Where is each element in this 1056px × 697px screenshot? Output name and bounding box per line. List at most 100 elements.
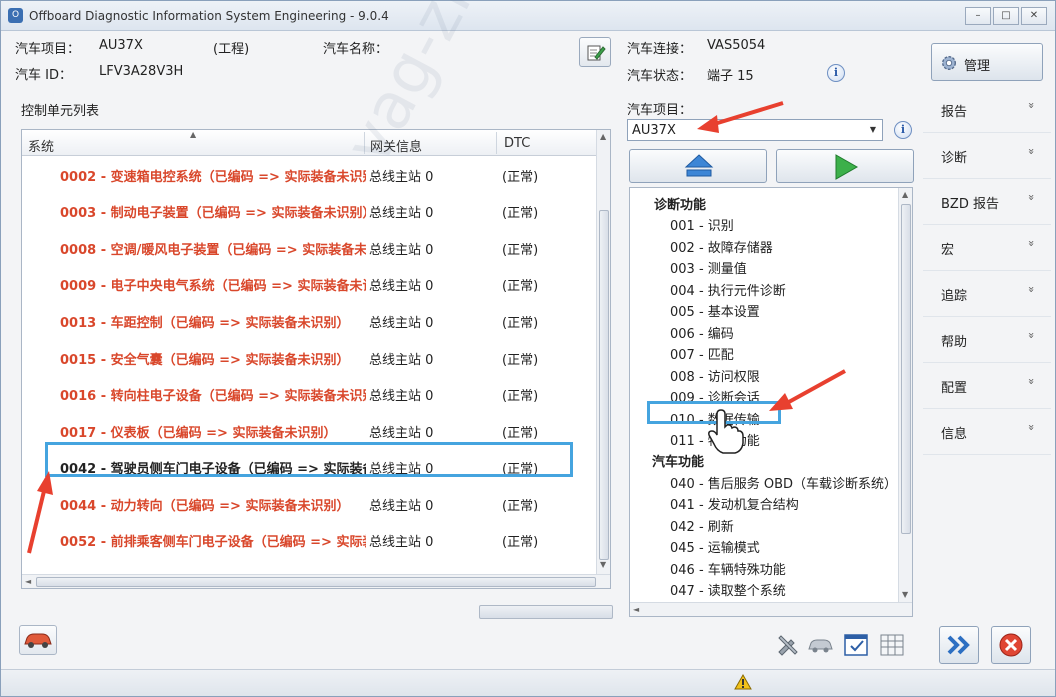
row-gateway: 总线主站 0	[369, 279, 434, 294]
menu-item-label: 宏	[941, 243, 955, 258]
menu-item-help[interactable]: 帮助 »	[923, 317, 1051, 363]
tree-item[interactable]: 045 - 运输模式	[670, 537, 760, 556]
tree-item[interactable]: 007 - 匹配	[670, 344, 734, 363]
chevron-down-icon: ▼	[869, 125, 877, 134]
row-dtc: (正常)	[502, 279, 539, 294]
eject-icon	[684, 154, 714, 177]
row-gateway: 总线主站 0	[369, 535, 434, 550]
project-value: AU37X	[99, 38, 143, 53]
tree-vertical-scrollbar[interactable]: ▲ ▼	[898, 188, 912, 602]
tools-icon[interactable]	[775, 632, 801, 658]
eject-button[interactable]	[629, 149, 767, 183]
chevron-double-down-icon: »	[1025, 148, 1039, 155]
control-unit-row[interactable]: 0015 - 安全气囊（已编码 => 实际装备未识别） 总线主站 0 (正常)	[22, 339, 596, 375]
tree-item[interactable]: 008 - 访问权限	[670, 366, 760, 385]
tree-item[interactable]: 040 - 售后服务 OBD（车载诊断系统）	[670, 473, 897, 492]
grid-table-icon[interactable]	[879, 632, 905, 658]
edit-icon	[587, 45, 606, 61]
project-info-icon[interactable]: i	[894, 121, 912, 139]
close-window-button[interactable]: ✕	[1021, 7, 1047, 25]
minimize-button[interactable]: –	[965, 7, 991, 25]
tree-item[interactable]: 041 - 发动机复合结构	[670, 494, 799, 513]
menu-item-report[interactable]: 报告 »	[923, 87, 1051, 133]
list-horizontal-scrollbar[interactable]: ◄	[22, 574, 610, 588]
close-icon	[999, 633, 1023, 657]
tree-group-diagnostic[interactable]: 诊断功能	[654, 194, 706, 213]
control-unit-row[interactable]: 0003 - 制动电子装置（已编码 => 实际装备未识别） 总线主站 0 (正常…	[22, 192, 596, 228]
row-gateway: 总线主站 0	[369, 426, 434, 441]
checklist-icon[interactable]	[843, 632, 869, 658]
list-scroll-thumb[interactable]	[599, 210, 609, 560]
tree-item[interactable]: 003 - 测量值	[670, 258, 747, 277]
chevron-double-down-icon: »	[1025, 194, 1039, 201]
control-unit-row[interactable]: 0008 - 空调/暖风电子装置（已编码 => 实际装备未识别） 总线主站 0 …	[22, 229, 596, 265]
vehicle-id-value: LFV3A28V3H	[99, 64, 184, 79]
tree-item[interactable]: 047 - 读取整个系统	[670, 580, 786, 599]
tree-item[interactable]: 006 - 编码	[670, 323, 734, 342]
exit-button[interactable]	[991, 626, 1031, 664]
maximize-button[interactable]: □	[993, 7, 1019, 25]
manage-button[interactable]: 管理	[931, 43, 1043, 81]
vehicle-name-label: 汽车名称：	[323, 42, 389, 57]
column-header-system[interactable]: 系统	[28, 136, 54, 155]
tree-item[interactable]: 004 - 执行元件诊断	[670, 280, 786, 299]
tree-item[interactable]: 042 - 刷新	[670, 516, 734, 535]
tree-item[interactable]: 046 - 车辆特殊功能	[670, 559, 786, 578]
vehicle-tab-button[interactable]	[19, 625, 57, 655]
row-dtc: (正常)	[502, 499, 539, 514]
tree-group-vehicle[interactable]: 汽车功能	[652, 451, 704, 470]
status-info-icon[interactable]: i	[827, 64, 845, 82]
tree-item[interactable]: 002 - 故障存储器	[670, 237, 773, 256]
car-outline-icon[interactable]	[807, 632, 833, 658]
control-unit-row[interactable]: 0044 - 动力转向（已编码 => 实际装备未识别） 总线主站 0 (正常)	[22, 485, 596, 521]
control-unit-row[interactable]: 0002 - 变速箱电控系统（已编码 => 实际装备未识别） 总线主站 0 (正…	[22, 156, 596, 192]
control-unit-list-title: 控制单元列表	[21, 104, 100, 119]
sort-ascending-icon: ▲	[190, 130, 197, 139]
control-unit-row[interactable]: 0009 - 电子中央电气系统（已编码 => 实际装备未识别） 总线主站 0 (…	[22, 265, 596, 301]
row-dtc: (正常)	[502, 243, 539, 258]
chevron-double-down-icon: »	[1025, 332, 1039, 339]
forward-button[interactable]	[939, 626, 979, 664]
annotation-arrow-row	[27, 471, 53, 554]
chevron-double-down-icon: »	[1025, 240, 1039, 247]
tree-horizontal-scrollbar[interactable]: ◄	[630, 602, 912, 616]
column-header-gateway[interactable]: 网关信息	[370, 136, 422, 155]
row-system: 0044 - 动力转向（已编码 => 实际装备未识别）	[60, 499, 350, 514]
annotation-arrow-data-transfer	[769, 369, 846, 411]
connection-label: 汽车连接：	[627, 42, 693, 57]
annotation-arrow-project	[697, 101, 784, 133]
row-system: 0002 - 变速箱电控系统（已编码 => 实际装备未识别）	[60, 170, 366, 185]
control-unit-row[interactable]: 0013 - 车距控制（已编码 => 实际装备未识别） 总线主站 0 (正常)	[22, 302, 596, 338]
control-unit-row[interactable]: 0016 - 转向柱电子设备（已编码 => 实际装备未识别） 总线主站 0 (正…	[22, 375, 596, 411]
control-unit-list[interactable]: 系统 ▲ 网关信息 DTC 0002 - 变速箱电控系统（已编码 => 实际装备…	[21, 129, 611, 589]
menu-item-macro[interactable]: 宏 »	[923, 225, 1051, 271]
menu-item-info[interactable]: 信息 »	[923, 409, 1051, 455]
hand-cursor-icon	[708, 409, 744, 454]
tree-scroll-thumb[interactable]	[901, 204, 911, 534]
project-select-value: AU37X	[632, 123, 676, 138]
list-hscroll-thumb[interactable]	[36, 577, 596, 587]
start-button[interactable]	[776, 149, 914, 183]
list-footer-scrollbar[interactable]	[479, 605, 613, 619]
menu-item-diagnosis[interactable]: 诊断 »	[923, 133, 1051, 179]
menu-item-label: 配置	[941, 381, 968, 396]
control-unit-row[interactable]: 0052 - 前排乘客侧车门电子设备（已编码 => 实际装备未识别） 总线主站 …	[22, 521, 596, 557]
list-vertical-scrollbar[interactable]: ▲ ▼	[596, 130, 610, 588]
tree-item[interactable]: 001 - 识别	[670, 215, 734, 234]
connection-value: VAS5054	[707, 38, 766, 53]
menu-item-label: BZD 报告	[941, 197, 999, 212]
row-gateway: 总线主站 0	[369, 353, 434, 368]
play-icon	[835, 154, 859, 180]
warning-icon[interactable]	[734, 674, 752, 690]
column-header-dtc[interactable]: DTC	[504, 136, 530, 151]
menu-item-bzd-report[interactable]: BZD 报告 »	[923, 179, 1051, 225]
side-menu: 报告 » 诊断 » BZD 报告 » 宏 » 追踪 » 帮助 » 配置 » 信息	[923, 87, 1051, 467]
menu-item-trace[interactable]: 追踪 »	[923, 271, 1051, 317]
tree-item[interactable]: 005 - 基本设置	[670, 301, 760, 320]
status-bar	[1, 669, 1055, 696]
edit-vehicle-button[interactable]	[579, 37, 611, 67]
row-system: 0016 - 转向柱电子设备（已编码 => 实际装备未识别）	[60, 389, 366, 404]
row-gateway: 总线主站 0	[369, 316, 434, 331]
row-dtc: (正常)	[502, 316, 539, 331]
menu-item-config[interactable]: 配置 »	[923, 363, 1051, 409]
